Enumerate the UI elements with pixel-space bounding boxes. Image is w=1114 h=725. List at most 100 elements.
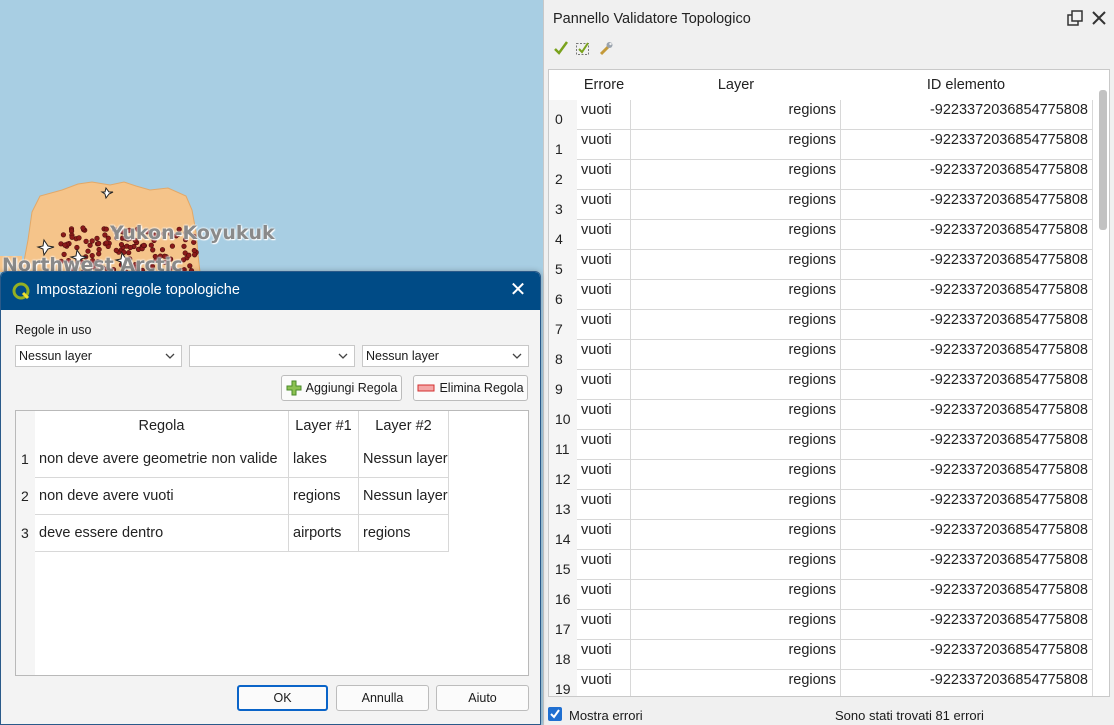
column-header-id[interactable]: ID elemento <box>841 70 1091 100</box>
feature-id-cell[interactable]: -9223372036854775808 <box>841 490 1093 520</box>
show-errors-checkbox[interactable] <box>548 707 562 721</box>
close-panel-icon[interactable] <box>1089 8 1109 28</box>
error-type-cell[interactable]: vuoti <box>577 520 631 550</box>
row-number[interactable]: 5 <box>549 250 577 280</box>
error-type-cell[interactable]: vuoti <box>577 310 631 340</box>
row-number[interactable]: 4 <box>549 220 577 250</box>
layer2-combo[interactable]: Nessun layer <box>362 345 529 367</box>
error-type-cell[interactable]: vuoti <box>577 160 631 190</box>
feature-id-cell[interactable]: -9223372036854775808 <box>841 310 1093 340</box>
rule-layer1-cell[interactable]: regions <box>289 478 359 515</box>
delete-rule-button[interactable]: Elimina Regola <box>413 375 528 401</box>
feature-id-cell[interactable]: -9223372036854775808 <box>841 550 1093 580</box>
rule-combo[interactable] <box>189 345 355 367</box>
layer-cell[interactable]: regions <box>631 130 841 160</box>
row-number[interactable]: 15 <box>549 550 577 580</box>
help-button[interactable]: Aiuto <box>436 685 529 711</box>
column-header-errore[interactable]: Errore <box>577 70 631 100</box>
rules-table[interactable]: Regola Layer #1 Layer #2 1 non deve avere… <box>15 410 529 676</box>
add-rule-button[interactable]: Aggiungi Regola <box>281 375 402 401</box>
error-type-cell[interactable]: vuoti <box>577 130 631 160</box>
validate-extent-icon[interactable] <box>574 39 592 57</box>
row-number[interactable]: 2 <box>549 160 577 190</box>
feature-id-cell[interactable]: -9223372036854775808 <box>841 640 1093 670</box>
error-type-cell[interactable]: vuoti <box>577 190 631 220</box>
layer-cell[interactable]: regions <box>631 580 841 610</box>
rule-layer1-cell[interactable]: lakes <box>289 441 359 478</box>
layer-cell[interactable]: regions <box>631 400 841 430</box>
feature-id-cell[interactable]: -9223372036854775808 <box>841 280 1093 310</box>
error-table[interactable]: Errore Layer ID elemento 0 vuoti regions -9… <box>548 69 1110 697</box>
feature-id-cell[interactable]: -9223372036854775808 <box>841 250 1093 280</box>
rule-row-number[interactable]: 3 <box>21 525 29 541</box>
layer-cell[interactable]: regions <box>631 430 841 460</box>
error-type-cell[interactable]: vuoti <box>577 670 631 696</box>
layer-cell[interactable]: regions <box>631 280 841 310</box>
feature-id-cell[interactable]: -9223372036854775808 <box>841 460 1093 490</box>
layer1-combo[interactable]: Nessun layer <box>15 345 182 367</box>
feature-id-cell[interactable]: -9223372036854775808 <box>841 520 1093 550</box>
rule-row-number[interactable]: 2 <box>21 488 29 504</box>
row-number[interactable]: 9 <box>549 370 577 400</box>
rule-layer2-cell[interactable]: regions <box>359 515 449 552</box>
layer-cell[interactable]: regions <box>631 100 841 130</box>
row-number[interactable]: 1 <box>549 130 577 160</box>
column-header-layer2[interactable]: Layer #2 <box>359 411 449 441</box>
feature-id-cell[interactable]: -9223372036854775808 <box>841 220 1093 250</box>
feature-id-cell[interactable]: -9223372036854775808 <box>841 430 1093 460</box>
feature-id-cell[interactable]: -9223372036854775808 <box>841 190 1093 220</box>
error-type-cell[interactable]: vuoti <box>577 100 631 130</box>
row-number[interactable]: 10 <box>549 400 577 430</box>
row-number[interactable]: 16 <box>549 580 577 610</box>
error-type-cell[interactable]: vuoti <box>577 220 631 250</box>
error-type-cell[interactable]: vuoti <box>577 430 631 460</box>
layer-cell[interactable]: regions <box>631 250 841 280</box>
feature-id-cell[interactable]: -9223372036854775808 <box>841 580 1093 610</box>
column-header-rule[interactable]: Regola <box>35 411 289 441</box>
rule-layer1-cell[interactable]: airports <box>289 515 359 552</box>
error-type-cell[interactable]: vuoti <box>577 610 631 640</box>
error-type-cell[interactable]: vuoti <box>577 250 631 280</box>
rule-cell[interactable]: deve essere dentro <box>35 515 289 552</box>
row-number[interactable]: 14 <box>549 520 577 550</box>
rule-cell[interactable]: non deve avere geometrie non valide <box>35 441 289 478</box>
error-type-cell[interactable]: vuoti <box>577 490 631 520</box>
layer-cell[interactable]: regions <box>631 160 841 190</box>
row-number[interactable]: 18 <box>549 640 577 670</box>
row-number[interactable]: 6 <box>549 280 577 310</box>
feature-id-cell[interactable]: -9223372036854775808 <box>841 400 1093 430</box>
table-scrollbar[interactable] <box>1099 90 1107 230</box>
layer-cell[interactable]: regions <box>631 190 841 220</box>
feature-id-cell[interactable]: -9223372036854775808 <box>841 610 1093 640</box>
error-type-cell[interactable]: vuoti <box>577 550 631 580</box>
rule-cell[interactable]: non deve avere vuoti <box>35 478 289 515</box>
feature-id-cell[interactable]: -9223372036854775808 <box>841 160 1093 190</box>
layer-cell[interactable]: regions <box>631 520 841 550</box>
layer-cell[interactable]: regions <box>631 490 841 520</box>
layer-cell[interactable]: regions <box>631 640 841 670</box>
row-number[interactable]: 0 <box>549 100 577 130</box>
feature-id-cell[interactable]: -9223372036854775808 <box>841 370 1093 400</box>
validate-all-icon[interactable] <box>552 39 570 57</box>
row-number[interactable]: 17 <box>549 610 577 640</box>
ok-button[interactable]: OK <box>237 685 328 711</box>
error-type-cell[interactable]: vuoti <box>577 400 631 430</box>
feature-id-cell[interactable]: -9223372036854775808 <box>841 670 1093 696</box>
error-type-cell[interactable]: vuoti <box>577 370 631 400</box>
feature-id-cell[interactable]: -9223372036854775808 <box>841 100 1093 130</box>
error-type-cell[interactable]: vuoti <box>577 460 631 490</box>
row-number[interactable]: 12 <box>549 460 577 490</box>
column-header-layer[interactable]: Layer <box>631 70 841 100</box>
configure-rules-icon[interactable] <box>597 39 615 57</box>
layer-cell[interactable]: regions <box>631 370 841 400</box>
row-number[interactable]: 19 <box>549 670 577 696</box>
layer-cell[interactable]: regions <box>631 340 841 370</box>
close-icon[interactable]: ✕ <box>508 280 528 300</box>
error-type-cell[interactable]: vuoti <box>577 340 631 370</box>
cancel-button[interactable]: Annulla <box>336 685 429 711</box>
layer-cell[interactable]: regions <box>631 610 841 640</box>
error-type-cell[interactable]: vuoti <box>577 280 631 310</box>
error-type-cell[interactable]: vuoti <box>577 580 631 610</box>
row-number[interactable]: 11 <box>549 430 577 460</box>
row-number[interactable]: 7 <box>549 310 577 340</box>
